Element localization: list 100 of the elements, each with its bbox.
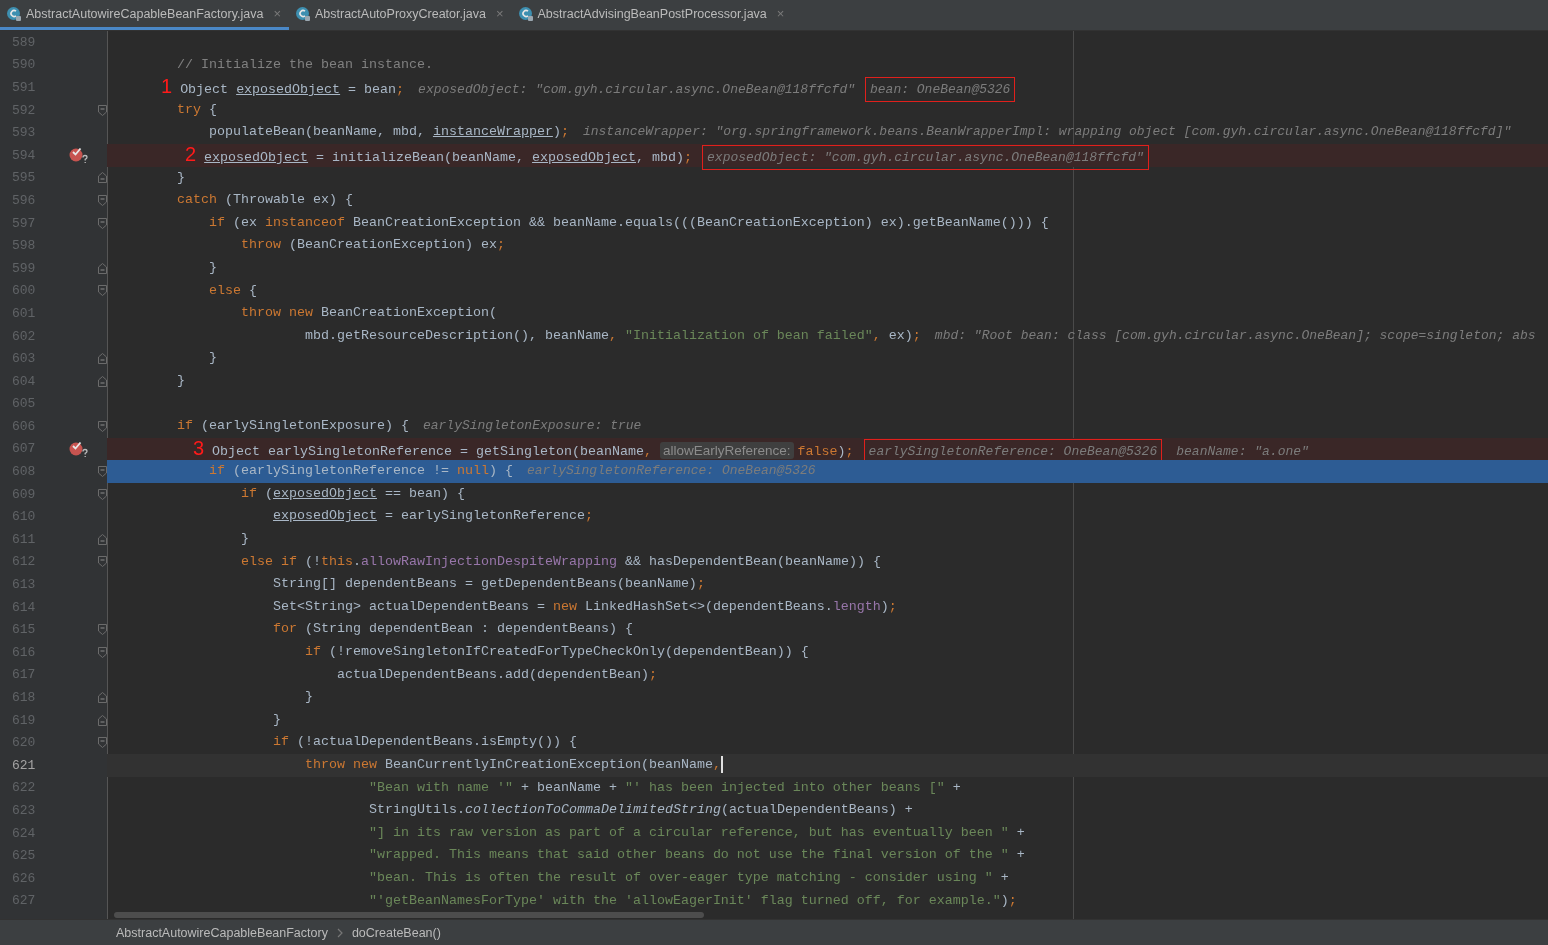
inline-value-hint: beanName: "a.one": [1176, 443, 1309, 459]
code-text: Set<String> actualDependentBeans =: [272, 598, 546, 614]
code-text: ;: [584, 508, 593, 524]
code-text: ): [837, 443, 846, 459]
code-text: {: [209, 101, 217, 117]
code-text: ;: [696, 576, 705, 592]
code-text: }: [209, 350, 217, 366]
code-text: = earlySingletonReference: [384, 508, 585, 524]
fold-marker-icon[interactable]: [98, 172, 107, 184]
code-text: allowRawInjectionDespiteWrapping: [361, 553, 617, 569]
class-file-icon: [6, 5, 22, 22]
breadcrumb-item[interactable]: doCreateBean(): [351, 925, 441, 940]
inline-value-hint: mbd: "Root bean: class [com.gyh.circular.async.OneBean]; scope=singleton; abs: [934, 327, 1536, 343]
code-text: +: [952, 779, 961, 795]
code-text: (!removeSingletonIfCreatedForTypeCheckOnly(dependentBean)) {: [328, 644, 809, 660]
code-text: LinkedHashSet<>(dependentBeans.: [584, 598, 833, 614]
annotation-number: 1: [161, 75, 173, 98]
code-text: mbd.getResourceDescription(), beanName: [304, 327, 609, 343]
code-text: if: [304, 644, 321, 660]
code-text: (!actualDependentBeans.isEmpty()) {: [296, 734, 577, 750]
code-text: "Bean with name '": [368, 779, 513, 795]
class-file-icon: [295, 5, 311, 22]
code-text: exposedObject: [273, 485, 377, 501]
code-text: throw new: [304, 757, 377, 772]
code-text: }: [304, 689, 313, 705]
editor-tab[interactable]: AbstractAdvisingBeanPostProcessor.java ×: [511, 0, 793, 30]
code-text: "Initialization of bean failed": [624, 327, 873, 343]
code-text: }: [209, 259, 217, 275]
breakpoint-icon[interactable]: [68, 440, 90, 458]
fold-marker-icon[interactable]: [98, 104, 107, 116]
code-text: ;: [560, 124, 569, 140]
code-text: +: [1016, 847, 1025, 863]
code-text: (actualDependentBeans) +: [720, 802, 913, 818]
code-text: ;: [648, 666, 657, 682]
code-text: throw: [241, 237, 281, 253]
code-text: .: [353, 553, 361, 569]
fold-marker-icon[interactable]: [98, 692, 107, 703]
code-text: (earlySingletonReference !=: [233, 463, 450, 479]
breadcrumb-item[interactable]: AbstractAutowireCapableBeanFactory: [116, 925, 328, 940]
code-text: (!: [305, 553, 321, 569]
code-text: "' has been injected into other beans [": [624, 779, 945, 795]
code-text: else if: [241, 553, 297, 569]
fold-marker-icon[interactable]: [98, 624, 107, 636]
horizontal-scrollbar[interactable]: [114, 912, 704, 918]
editor-tab[interactable]: AbstractAutoProxyCreator.java ×: [289, 0, 512, 30]
code-text: {: [249, 282, 257, 298]
code-text: (Throwable ex) {: [225, 192, 353, 208]
code-text: (earlySingletonExposure) {: [201, 418, 409, 434]
code-text: (: [265, 485, 273, 501]
inline-value-hint: bean: OneBean@5326: [865, 77, 1016, 103]
code-text: try: [177, 101, 201, 117]
code-text: }: [241, 531, 249, 547]
inline-value-hint: exposedObject: "com.gyh.circular.async.OneBean@118ffcfd": [418, 82, 855, 98]
fold-marker-icon[interactable]: [98, 262, 107, 274]
code-text: if: [209, 463, 225, 479]
annotation-number: 3: [193, 436, 205, 459]
code-text: ;: [888, 598, 897, 614]
code-text: +: [1000, 869, 1009, 885]
fold-marker-icon[interactable]: [98, 556, 107, 568]
code-text: else: [209, 282, 241, 298]
breakpoint-icon[interactable]: [68, 146, 90, 165]
code-text: == bean) {: [384, 485, 465, 501]
code-text: BeanCurrentlyInCreationException(beanName: [384, 757, 713, 772]
fold-marker-icon[interactable]: [98, 488, 107, 500]
code-text: if: [209, 214, 225, 230]
code-text: (BeanCreationException) ex: [289, 237, 497, 253]
code-text: "bean. This is often the result of over-eager type matching - consider using ": [368, 869, 993, 885]
fold-marker-icon[interactable]: [98, 353, 107, 365]
code-text: instanceof: [265, 214, 345, 230]
code-text: ,: [644, 443, 652, 459]
code-text: }: [272, 711, 281, 727]
fold-marker-icon[interactable]: [98, 375, 107, 387]
annotation-number: 2: [185, 142, 197, 165]
code-text: actualDependentBeans.add(dependentBean): [336, 666, 649, 682]
fold-marker-icon[interactable]: [98, 646, 107, 658]
fold-marker-icon[interactable]: [98, 420, 107, 432]
line-number: 621: [11, 757, 37, 773]
code-text: ): [880, 598, 889, 614]
code-text: ;: [845, 443, 854, 459]
fold-marker-icon[interactable]: [98, 714, 107, 726]
fold-marker-icon[interactable]: [98, 285, 107, 297]
code-text: = bean: [348, 82, 397, 98]
fold-marker-icon[interactable]: [98, 194, 107, 206]
code-text: length: [832, 598, 881, 614]
fold-marker-icon[interactable]: [98, 533, 107, 545]
code-text: ): [1000, 892, 1009, 908]
code-text: populateBean(beanName, mbd,: [209, 124, 426, 140]
code-text: ex): [888, 327, 913, 343]
fold-marker-icon[interactable]: [98, 217, 107, 229]
fold-marker-icon[interactable]: [98, 466, 107, 478]
code-text: ) {: [488, 463, 513, 479]
code-text: StringUtils.: [368, 802, 465, 818]
code-text: ,: [872, 327, 881, 343]
fold-marker-icon[interactable]: [98, 737, 107, 749]
code-text: }: [177, 169, 185, 185]
code-text: if: [177, 418, 193, 434]
code-text: this: [321, 553, 353, 569]
parameter-hint: allowEarlyReference:: [660, 441, 794, 459]
code-text: "] in its raw version as part of a circular reference, but has eventually been ": [368, 824, 1009, 840]
code-text: exposedObject: [236, 82, 341, 98]
